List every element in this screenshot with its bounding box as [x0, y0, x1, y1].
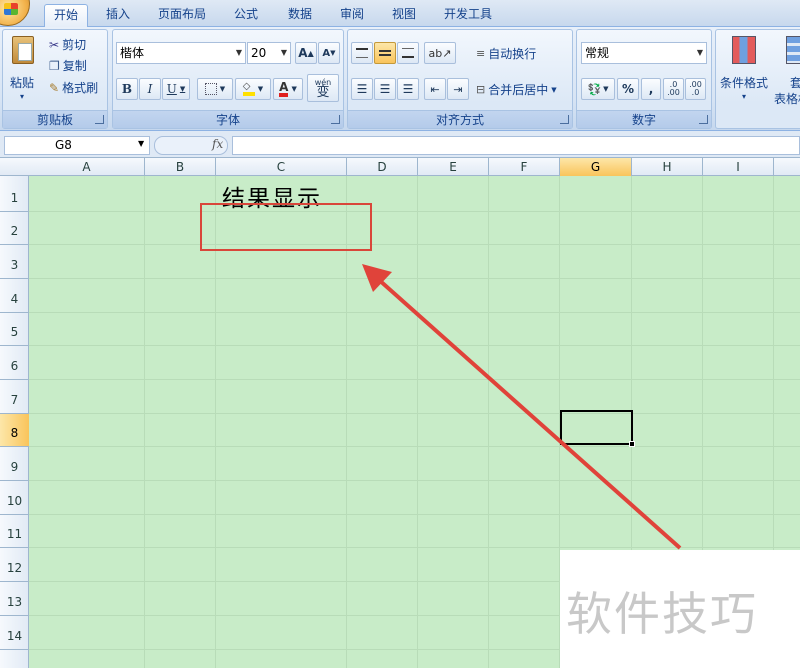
watermark-text: 软件技巧 [566, 587, 758, 641]
annotation-arrow-shaft [376, 277, 682, 550]
